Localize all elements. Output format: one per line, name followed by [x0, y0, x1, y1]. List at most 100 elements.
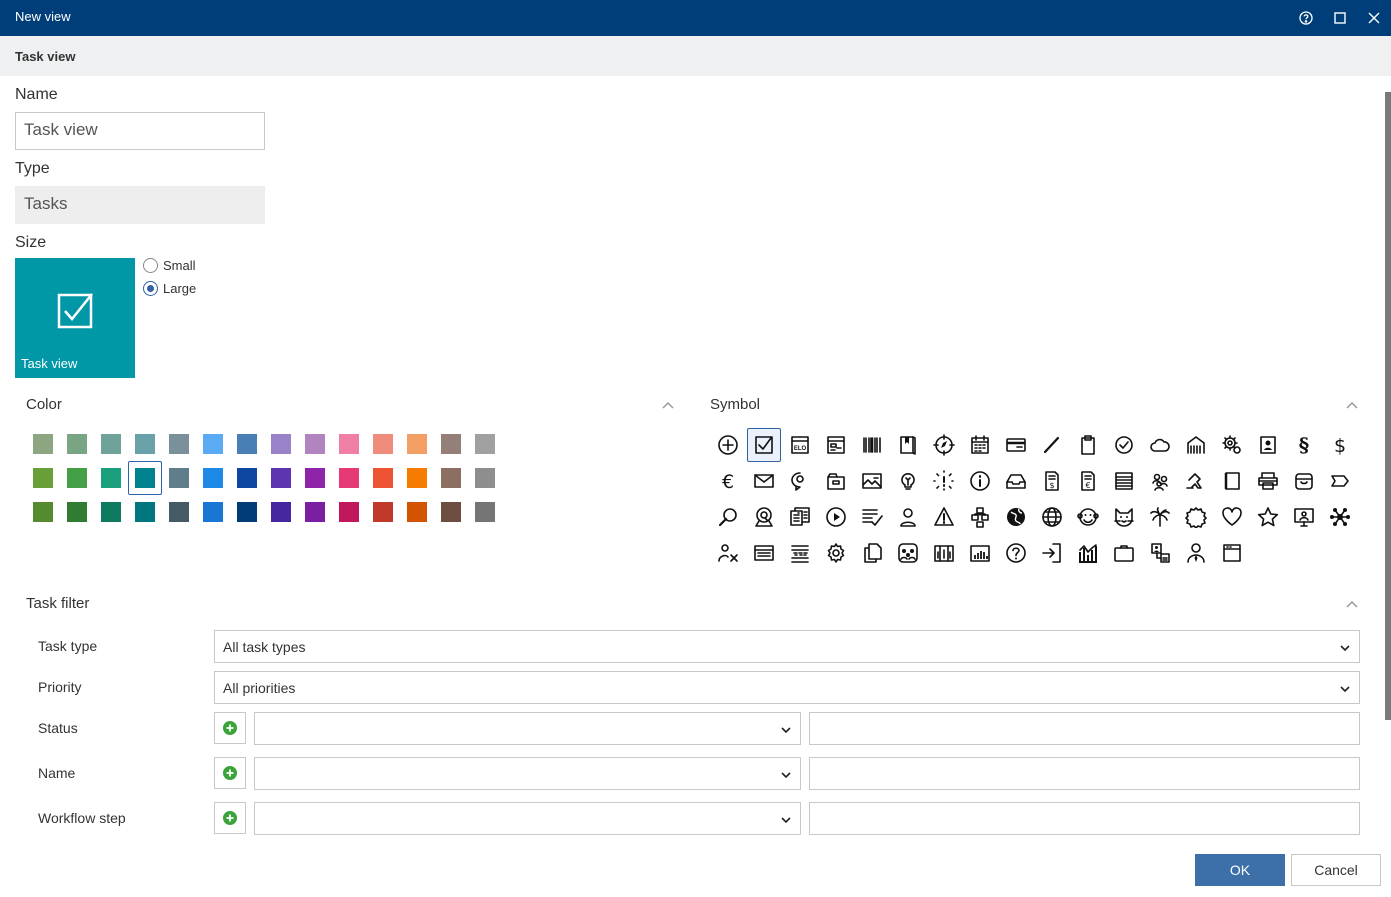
- color-swatch[interactable]: [271, 434, 291, 454]
- color-swatch[interactable]: [271, 468, 291, 488]
- warning-icon[interactable]: [927, 500, 961, 534]
- color-swatch[interactable]: [441, 434, 461, 454]
- globe-icon[interactable]: [1035, 500, 1069, 534]
- toolbar-lines-icon[interactable]: [783, 536, 817, 570]
- building-icon[interactable]: [1179, 428, 1213, 462]
- task-type-select[interactable]: All task types: [214, 630, 1360, 663]
- color-swatch[interactable]: [33, 434, 53, 454]
- color-swatch[interactable]: [305, 502, 325, 522]
- color-swatch[interactable]: [305, 468, 325, 488]
- org-chart-icon[interactable]: [963, 500, 997, 534]
- check-circle-icon[interactable]: [1107, 428, 1141, 462]
- color-swatch[interactable]: [441, 502, 461, 522]
- color-swatch[interactable]: [237, 434, 257, 454]
- contact-book-icon[interactable]: [1251, 428, 1285, 462]
- gears-icon[interactable]: [1215, 428, 1249, 462]
- window-icon[interactable]: [1215, 536, 1249, 570]
- archive-box-icon[interactable]: [1287, 464, 1321, 498]
- color-swatch[interactable]: [169, 434, 189, 454]
- chat-bulb-icon[interactable]: [783, 464, 817, 498]
- info-icon[interactable]: [963, 464, 997, 498]
- color-swatch[interactable]: [475, 502, 495, 522]
- color-swatch[interactable]: [237, 468, 257, 488]
- name-operator-select[interactable]: [254, 757, 801, 790]
- color-swatch[interactable]: [407, 434, 427, 454]
- gear-icon[interactable]: [819, 536, 853, 570]
- heart-icon[interactable]: [1215, 500, 1249, 534]
- person-tie-icon[interactable]: [1179, 536, 1213, 570]
- color-swatch[interactable]: [101, 468, 121, 488]
- play-icon[interactable]: [819, 500, 853, 534]
- color-swatch[interactable]: [339, 468, 359, 488]
- envelope-icon[interactable]: [747, 464, 781, 498]
- pencil-icon[interactable]: [1035, 428, 1069, 462]
- copy-icon[interactable]: [855, 536, 889, 570]
- name-input[interactable]: Task view: [15, 112, 265, 150]
- compass-icon[interactable]: [927, 428, 961, 462]
- invoice-euro-icon[interactable]: €: [1071, 464, 1105, 498]
- cloud-icon[interactable]: [1143, 428, 1177, 462]
- tag-icon[interactable]: [1323, 464, 1357, 498]
- color-swatch[interactable]: [339, 502, 359, 522]
- notebook-icon[interactable]: [1215, 464, 1249, 498]
- ok-button[interactable]: OK: [1195, 854, 1285, 886]
- invoice-dollar-icon[interactable]: $: [1035, 464, 1069, 498]
- collapse-chevron-up-icon[interactable]: [1344, 397, 1360, 413]
- briefcase-icon[interactable]: [1107, 536, 1141, 570]
- chart-bars-icon[interactable]: [1071, 536, 1105, 570]
- search-icon[interactable]: [711, 500, 745, 534]
- network-icon[interactable]: [1323, 500, 1357, 534]
- calendar-icon[interactable]: [963, 428, 997, 462]
- barcode-icon[interactable]: [855, 428, 889, 462]
- list-box-icon[interactable]: [1107, 464, 1141, 498]
- workflow-step-value-input[interactable]: [809, 802, 1360, 835]
- paragraph-icon[interactable]: §: [1287, 428, 1321, 462]
- color-swatch[interactable]: [237, 502, 257, 522]
- color-swatch[interactable]: [169, 502, 189, 522]
- add-name-button[interactable]: [214, 757, 246, 789]
- globe-filled-icon[interactable]: [999, 500, 1033, 534]
- collapse-chevron-up-icon[interactable]: [1344, 596, 1360, 612]
- color-swatch[interactable]: [339, 434, 359, 454]
- palm-icon[interactable]: [1143, 500, 1177, 534]
- color-swatch[interactable]: [407, 468, 427, 488]
- printer-icon[interactable]: [1251, 464, 1285, 498]
- color-swatch[interactable]: [33, 502, 53, 522]
- workflow-step-operator-select[interactable]: [254, 802, 801, 835]
- form-layout-icon[interactable]: [819, 428, 853, 462]
- color-swatch[interactable]: [203, 434, 223, 454]
- color-swatch[interactable]: [67, 434, 87, 454]
- people-group-icon[interactable]: [1143, 464, 1177, 498]
- dollar-icon[interactable]: $: [1323, 428, 1357, 462]
- color-swatch[interactable]: [67, 502, 87, 522]
- vertical-scrollbar[interactable]: [1385, 92, 1391, 720]
- size-large-radio[interactable]: Large: [143, 281, 196, 296]
- people-box-icon[interactable]: [891, 536, 925, 570]
- sign-in-icon[interactable]: [1035, 536, 1069, 570]
- check-box-icon[interactable]: [747, 428, 781, 462]
- maximize-icon[interactable]: [1328, 6, 1352, 30]
- seal-icon[interactable]: [1179, 500, 1213, 534]
- color-swatch[interactable]: [441, 468, 461, 488]
- close-icon[interactable]: [1362, 6, 1386, 30]
- cancel-button[interactable]: Cancel: [1291, 854, 1381, 886]
- color-swatch[interactable]: [203, 468, 223, 488]
- documents-icon[interactable]: [783, 500, 817, 534]
- color-swatch[interactable]: [135, 502, 155, 522]
- columns-icon[interactable]: [927, 536, 961, 570]
- book-icon[interactable]: [891, 428, 925, 462]
- color-swatch[interactable]: [33, 468, 53, 488]
- checklist-icon[interactable]: [855, 500, 889, 534]
- bar-chart-icon[interactable]: [963, 536, 997, 570]
- question-icon[interactable]: [999, 536, 1033, 570]
- color-swatch[interactable]: [373, 502, 393, 522]
- name-value-input[interactable]: [809, 757, 1360, 790]
- star-icon[interactable]: [1251, 500, 1285, 534]
- lightbulb-icon[interactable]: [891, 464, 925, 498]
- org-person-icon[interactable]: [1143, 536, 1177, 570]
- color-swatch[interactable]: [373, 434, 393, 454]
- cat-icon[interactable]: [1107, 500, 1141, 534]
- id-card-icon[interactable]: [747, 536, 781, 570]
- color-swatch[interactable]: [101, 502, 121, 522]
- status-operator-select[interactable]: [254, 712, 801, 745]
